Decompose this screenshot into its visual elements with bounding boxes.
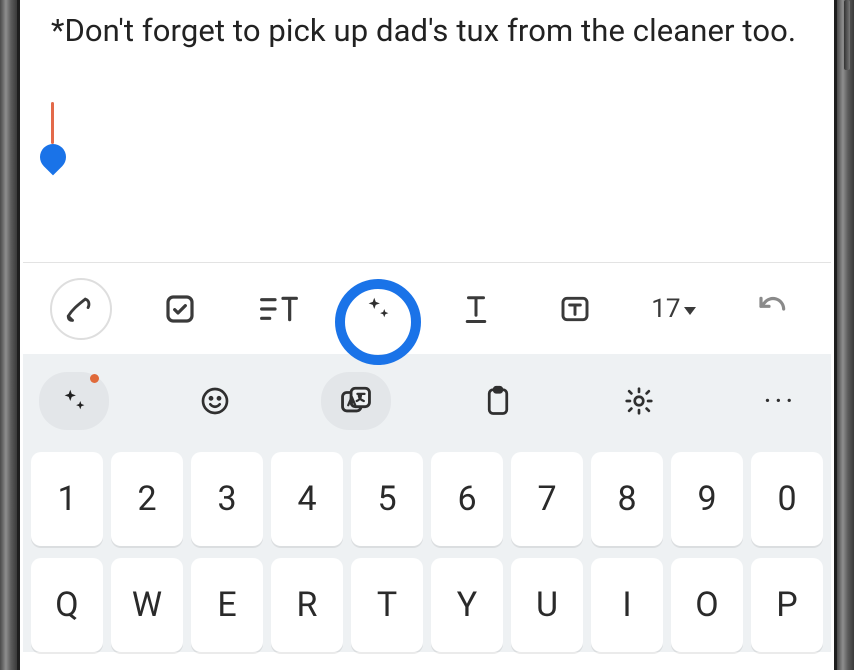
text-box-button[interactable] — [546, 280, 604, 338]
key-6[interactable]: 6 — [431, 452, 503, 546]
checkbox-button[interactable] — [151, 280, 209, 338]
key-p[interactable]: P — [751, 558, 823, 652]
undo-button[interactable] — [744, 280, 802, 338]
key-5[interactable]: 5 — [351, 452, 423, 546]
sparkle-icon — [59, 386, 89, 416]
keyboard-number-row: 1 2 3 4 5 6 7 8 9 0 — [31, 452, 823, 546]
gear-icon — [623, 385, 655, 417]
key-r[interactable]: R — [271, 558, 343, 652]
key-1[interactable]: 1 — [31, 452, 103, 546]
text-style-button[interactable] — [447, 280, 505, 338]
kb-translate-button[interactable] — [321, 372, 391, 430]
key-t[interactable]: T — [351, 558, 423, 652]
key-2[interactable]: 2 — [111, 452, 183, 546]
text-box-icon — [559, 293, 591, 325]
notification-dot-icon — [90, 374, 99, 383]
key-i[interactable]: I — [591, 558, 663, 652]
translate-icon — [339, 384, 373, 418]
checkbox-icon — [164, 293, 196, 325]
keyboard-row-qwerty: Q W E R T Y U I O P — [31, 558, 823, 652]
emoji-icon — [199, 385, 231, 417]
device-bezel-left — [0, 0, 20, 670]
kb-settings-button[interactable] — [604, 372, 674, 430]
font-size-label: 17 — [651, 294, 680, 324]
text-format-icon — [259, 293, 299, 325]
key-q[interactable]: Q — [31, 558, 103, 652]
key-y[interactable]: Y — [431, 558, 503, 652]
kb-more-button[interactable]: ··· — [745, 372, 815, 430]
device-bezel-right — [834, 0, 854, 670]
more-icon: ··· — [764, 384, 797, 419]
key-3[interactable]: 3 — [191, 452, 263, 546]
key-7[interactable]: 7 — [511, 452, 583, 546]
kb-emoji-button[interactable] — [180, 372, 250, 430]
kb-clipboard-button[interactable] — [463, 372, 533, 430]
key-8[interactable]: 8 — [591, 452, 663, 546]
ai-assist-button[interactable] — [345, 276, 411, 342]
text-style-icon — [461, 292, 491, 326]
kb-ai-button[interactable] — [39, 372, 109, 430]
keyboard-action-row: ··· — [23, 354, 831, 448]
key-w[interactable]: W — [111, 558, 183, 652]
key-o[interactable]: O — [671, 558, 743, 652]
key-e[interactable]: E — [191, 558, 263, 652]
screen: *Don't forget to pick up dad's tux from … — [23, 0, 831, 670]
clipboard-icon — [483, 384, 513, 418]
key-0[interactable]: 0 — [751, 452, 823, 546]
pen-tool-button[interactable] — [50, 278, 112, 340]
cursor-handle[interactable] — [35, 139, 72, 176]
device-side-button — [844, 0, 850, 70]
note-editor[interactable]: *Don't forget to pick up dad's tux from … — [23, 0, 831, 262]
sparkle-icon — [363, 294, 393, 324]
key-4[interactable]: 4 — [271, 452, 343, 546]
note-toolbar: 17 — [23, 262, 831, 354]
font-size-button[interactable]: 17 — [651, 280, 696, 338]
pen-icon — [64, 292, 98, 326]
text-format-button[interactable] — [250, 280, 308, 338]
key-u[interactable]: U — [511, 558, 583, 652]
note-text[interactable]: *Don't forget to pick up dad's tux from … — [51, 10, 803, 52]
undo-icon — [756, 293, 790, 325]
chevron-down-icon — [684, 307, 696, 315]
key-9[interactable]: 9 — [671, 452, 743, 546]
text-caret — [51, 102, 54, 144]
keyboard: 1 2 3 4 5 6 7 8 9 0 Q W E R T Y U I O — [23, 448, 831, 652]
